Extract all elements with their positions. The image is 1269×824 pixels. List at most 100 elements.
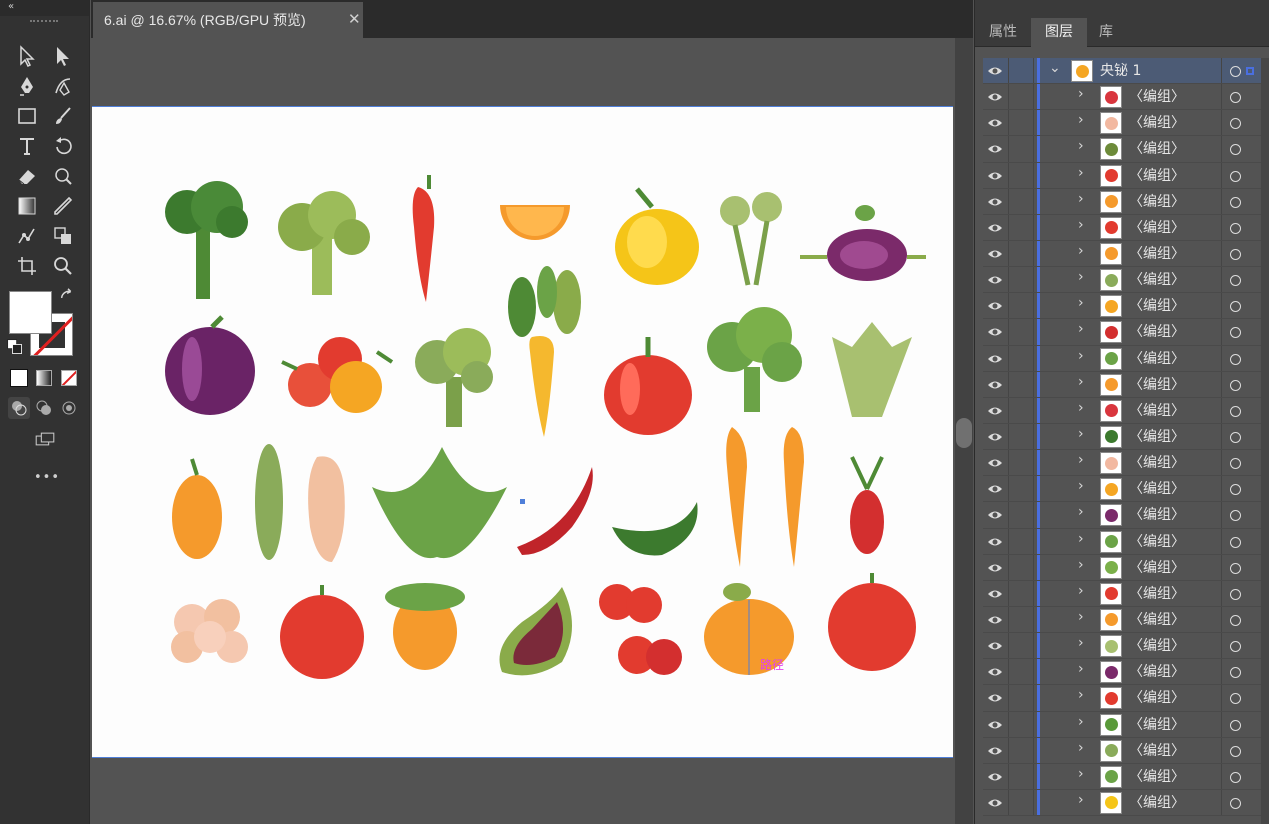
- visibility-eye-icon[interactable]: [987, 377, 1003, 393]
- layer-row[interactable]: › 〈编组〉: [983, 763, 1265, 790]
- lock-column[interactable]: [1033, 293, 1034, 319]
- layer-name[interactable]: 〈编组〉: [1129, 424, 1185, 450]
- visibility-eye-icon[interactable]: [987, 324, 1003, 340]
- layer-name[interactable]: 〈编组〉: [1129, 581, 1185, 607]
- lock-column[interactable]: [1033, 423, 1034, 450]
- broccoli-2[interactable]: [278, 191, 370, 295]
- chevron-right-icon[interactable]: ›: [1078, 609, 1084, 625]
- broccoli-1[interactable]: [165, 181, 248, 299]
- lock-column[interactable]: [1033, 345, 1034, 371]
- chevron-right-icon[interactable]: ›: [1078, 504, 1084, 520]
- layer-name[interactable]: 〈编组〉: [1129, 398, 1185, 424]
- target-circle-icon[interactable]: [1230, 641, 1241, 653]
- layer-name[interactable]: 〈编组〉: [1129, 450, 1185, 476]
- layer-row[interactable]: › 〈编组〉: [983, 240, 1265, 268]
- layer-row[interactable]: › 〈编组〉: [983, 162, 1265, 189]
- swap-fill-stroke-icon[interactable]: [58, 287, 78, 307]
- fill-color-swatch[interactable]: [9, 291, 52, 334]
- lock-column[interactable]: [1033, 84, 1034, 110]
- layer-name[interactable]: 央铋 1: [1100, 58, 1141, 84]
- draw-normal-icon[interactable]: [8, 397, 30, 419]
- visibility-eye-icon[interactable]: [987, 272, 1003, 288]
- target-circle-icon[interactable]: [1230, 562, 1241, 574]
- red-chili[interactable]: [517, 467, 593, 555]
- yam[interactable]: [308, 456, 345, 562]
- layer-row[interactable]: › 〈编组〉: [983, 214, 1265, 241]
- visibility-eye-icon[interactable]: [987, 534, 1003, 550]
- radish[interactable]: [850, 456, 884, 554]
- visibility-eye-icon[interactable]: [987, 690, 1003, 706]
- visibility-eye-icon[interactable]: [987, 115, 1003, 131]
- mushroom-cluster[interactable]: [171, 599, 248, 663]
- lock-column[interactable]: [1033, 685, 1034, 711]
- chevron-right-icon[interactable]: ›: [1078, 452, 1084, 468]
- visibility-eye-icon[interactable]: [987, 351, 1003, 367]
- layer-name[interactable]: 〈编组〉: [1129, 319, 1185, 345]
- bitter-gourd[interactable]: [255, 444, 283, 560]
- chevron-right-icon[interactable]: ›: [1078, 165, 1084, 181]
- visibility-eye-icon[interactable]: [987, 429, 1003, 445]
- layer-name[interactable]: 〈编组〉: [1129, 659, 1185, 685]
- center-anchor-point[interactable]: [520, 499, 525, 504]
- visibility-eye-icon[interactable]: [987, 481, 1003, 497]
- edit-toolbar-button[interactable]: •••: [34, 470, 60, 485]
- chevron-right-icon[interactable]: ›: [1078, 426, 1084, 442]
- layer-name[interactable]: 〈编组〉: [1129, 84, 1185, 110]
- target-circle-icon[interactable]: [1230, 353, 1241, 365]
- lock-column[interactable]: [1033, 450, 1034, 476]
- visibility-eye-icon[interactable]: [987, 403, 1003, 419]
- chevron-right-icon[interactable]: ›: [1078, 138, 1084, 154]
- lock-column[interactable]: [1033, 110, 1034, 136]
- visibility-eye-icon[interactable]: [987, 220, 1003, 236]
- chevron-down-icon[interactable]: ⌄: [1049, 60, 1061, 76]
- layer-row[interactable]: › 〈编组〉: [983, 476, 1265, 503]
- toolbar-grip[interactable]: [30, 20, 58, 26]
- lock-column[interactable]: [1033, 58, 1034, 84]
- layer-name[interactable]: 〈编组〉: [1129, 346, 1185, 372]
- target-circle-icon[interactable]: [1230, 431, 1241, 443]
- layer-row[interactable]: › 〈编组〉: [983, 580, 1265, 607]
- layer-row[interactable]: › 〈编组〉: [983, 319, 1265, 346]
- shape-builder-tool-icon[interactable]: [50, 224, 76, 248]
- document-tab[interactable]: 6.ai @ 16.67% (RGB/GPU 预览) ✕: [93, 2, 363, 38]
- target-circle-icon[interactable]: [1230, 275, 1241, 287]
- lock-column[interactable]: [1033, 659, 1034, 685]
- broccoli-3[interactable]: [415, 328, 493, 427]
- layer-name[interactable]: 〈编组〉: [1129, 555, 1185, 581]
- lock-column[interactable]: [1033, 502, 1034, 528]
- visibility-eye-icon[interactable]: [987, 63, 1003, 79]
- selection-tool-icon[interactable]: [14, 44, 40, 68]
- visibility-eye-icon[interactable]: [987, 194, 1003, 210]
- layer-name[interactable]: 〈编组〉: [1129, 267, 1185, 293]
- layer-row[interactable]: › 〈编组〉: [983, 110, 1265, 137]
- eraser-tool-icon[interactable]: [14, 164, 40, 188]
- layer-row-top[interactable]: ⌄ 央铋 1: [983, 58, 1265, 85]
- layer-name[interactable]: 〈编组〉: [1129, 189, 1185, 215]
- rectangle-tool-icon[interactable]: [14, 104, 40, 128]
- chevron-right-icon[interactable]: ›: [1078, 687, 1084, 703]
- red-pepper[interactable]: [604, 337, 692, 435]
- target-circle-icon[interactable]: [1230, 144, 1241, 156]
- chevron-right-icon[interactable]: ›: [1078, 374, 1084, 390]
- target-circle-icon[interactable]: [1230, 458, 1241, 470]
- lock-column[interactable]: [1033, 763, 1034, 789]
- vegetable-artwork[interactable]: 路径: [92, 107, 953, 759]
- target-circle-icon[interactable]: [1230, 66, 1241, 77]
- lock-column[interactable]: [1033, 554, 1034, 580]
- carrot-leafy[interactable]: [508, 266, 581, 437]
- layer-name[interactable]: 〈编组〉: [1129, 136, 1185, 162]
- lettuce[interactable]: [372, 447, 507, 559]
- chevron-right-icon[interactable]: ›: [1078, 661, 1084, 677]
- lock-column[interactable]: [1033, 136, 1034, 162]
- target-circle-icon[interactable]: [1230, 327, 1241, 339]
- lock-column[interactable]: [1033, 397, 1034, 423]
- target-circle-icon[interactable]: [1230, 222, 1241, 234]
- lock-column[interactable]: [1033, 606, 1034, 633]
- default-fill-stroke-icon[interactable]: [6, 338, 24, 356]
- lock-column[interactable]: [1033, 240, 1034, 267]
- artboard[interactable]: 路径: [92, 106, 953, 758]
- lock-column[interactable]: [1033, 214, 1034, 240]
- layer-name[interactable]: 〈编组〉: [1129, 215, 1185, 241]
- chevron-right-icon[interactable]: ›: [1078, 531, 1084, 547]
- chevron-right-icon[interactable]: ›: [1078, 348, 1084, 364]
